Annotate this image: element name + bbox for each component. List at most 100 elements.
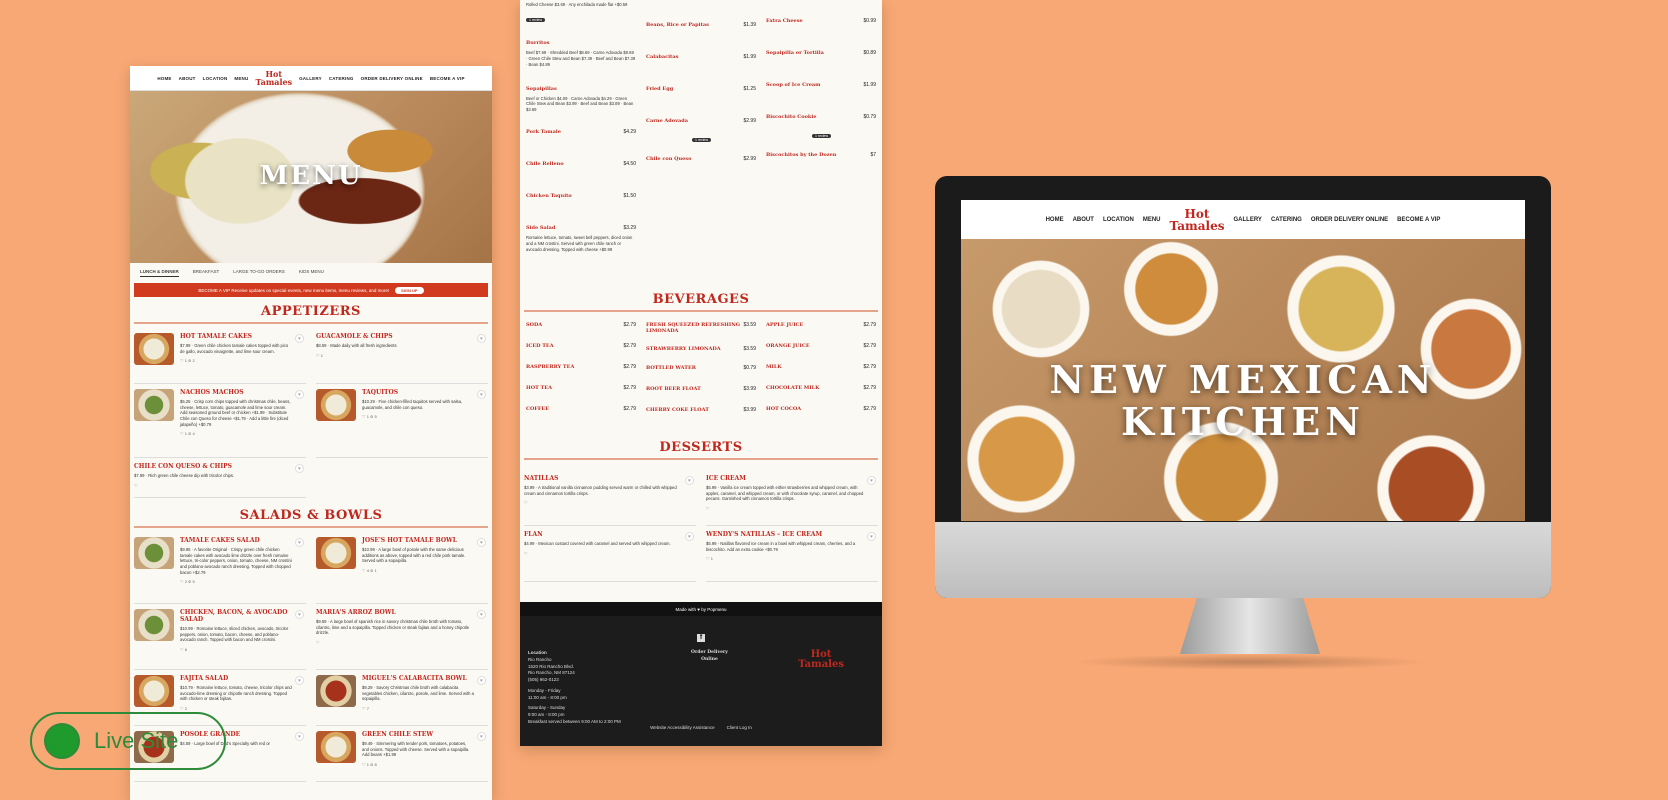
nav-location[interactable]: LOCATION xyxy=(203,76,228,81)
item-desc: $10.99 · Romaine lettuce, sliced chicken… xyxy=(180,626,289,643)
menu-item[interactable]: Beans, Rice or Papitas $1.39 xyxy=(646,18,756,32)
heart-icon[interactable]: ♥ xyxy=(295,464,304,473)
menu-item[interactable]: CHERRY COKE FLOAT $3.99 xyxy=(646,403,756,417)
accessibility-link[interactable]: Website Accessibility Assistance xyxy=(650,725,714,732)
popmenu-credit[interactable]: Made with ♥ by Popmenu xyxy=(520,602,882,616)
nav-gallery[interactable]: GALLERY xyxy=(1233,217,1261,223)
menu-item[interactable]: Carne Adovada $2.99 xyxy=(646,114,756,128)
nav-location[interactable]: LOCATION xyxy=(1103,217,1134,223)
heart-icon[interactable]: ♥ xyxy=(295,676,304,685)
facebook-icon[interactable]: f xyxy=(528,626,874,644)
heart-icon[interactable]: ♥ xyxy=(295,334,304,343)
menu-item[interactable]: TAMALE CAKES SALAD $9.95 · A favorite Or… xyxy=(134,532,306,604)
menu-page-continued-screenshot: Rolled Cheese $3.69 · Any enchilada made… xyxy=(520,0,882,746)
menu-item[interactable]: RASPBERRY TEA $2.79 xyxy=(526,360,636,374)
menu-item[interactable]: Biscochito Cookie $0.79 xyxy=(766,110,876,124)
heart-icon[interactable]: ♥ xyxy=(477,732,486,741)
heart-icon[interactable]: ♥ xyxy=(867,476,876,485)
menu-item[interactable]: Extra Cheese $0.99 xyxy=(766,14,876,28)
menu-item[interactable]: Pork Tamale $4.29 xyxy=(526,125,636,139)
item-name: NATILLAS xyxy=(524,475,559,482)
menu-item[interactable]: FLAN $4.99 · Mexican custard covered wit… xyxy=(524,526,696,582)
nav-catering[interactable]: CATERING xyxy=(1271,217,1302,223)
menu-item[interactable]: Burritos xyxy=(526,36,636,50)
menu-item[interactable]: Sopaipilla or Tortilla $0.89 xyxy=(766,46,876,60)
menu-item[interactable]: CHILE CON QUESO & CHIPS $7.99 · Rich gre… xyxy=(134,458,306,498)
heart-icon[interactable]: ♥ xyxy=(477,390,486,399)
heart-icon[interactable]: ♥ xyxy=(867,532,876,541)
menu-item[interactable]: ICE CREAM $5.99 · Vanilla ice cream topp… xyxy=(706,470,878,526)
menu-item[interactable]: JOSE'S HOT TAMALE BOWL $10.99 · A large … xyxy=(316,532,488,604)
heart-icon[interactable]: ♥ xyxy=(477,538,486,547)
footer-phone[interactable]: (505) 962-0123 xyxy=(528,677,621,684)
menu-item[interactable]: WENDY'S NATILLAS – ICE CREAM $5.99 · Nat… xyxy=(706,526,878,582)
menu-item[interactable]: MIGUEL'S CALABACITA BOWL $9.29 · Savory … xyxy=(316,670,488,726)
menu-item[interactable]: HOT COCOA $2.79 xyxy=(766,402,876,416)
live-site-button[interactable]: Live Site xyxy=(30,712,226,770)
heart-icon[interactable]: ♥ xyxy=(295,538,304,547)
menu-item[interactable]: GREEN CHILE STEW $9.49 · Simmering with … xyxy=(316,726,488,782)
tab-kids-menu[interactable]: KIDS MENU xyxy=(299,269,324,277)
tab-lunch-dinner[interactable]: LUNCH & DINNER xyxy=(140,269,179,277)
menu-item[interactable]: ORANGE JUICE $2.79 xyxy=(766,339,876,353)
tab-breakfast[interactable]: BREAKFAST xyxy=(193,269,220,277)
menu-item[interactable]: FRESH SQUEEZED REFRESHING LIMONADA $3.59 xyxy=(646,318,756,338)
menu-item[interactable]: HOT TEA $2.79 xyxy=(526,381,636,395)
menu-item[interactable]: Chile Relleno $4.50 xyxy=(526,157,636,171)
nav-home[interactable]: HOME xyxy=(1046,217,1064,223)
nav-order[interactable]: ORDER DELIVERY ONLINE xyxy=(1311,217,1388,223)
heart-icon[interactable]: ♥ xyxy=(477,610,486,619)
nav-vip[interactable]: BECOME A VIP xyxy=(1397,217,1440,223)
menu-item[interactable]: MARIA'S ARROZ BOWL $9.59 · A large bowl … xyxy=(316,604,488,670)
heart-icon[interactable]: ♥ xyxy=(685,476,694,485)
heart-icon[interactable]: ♥ xyxy=(477,334,486,343)
menu-item[interactable]: Chile con Queso $2.99 xyxy=(646,152,756,166)
client-login-link[interactable]: Client Log In xyxy=(727,725,752,732)
tab-large-orders[interactable]: LARGE TO-GO ORDERS xyxy=(233,269,285,277)
nav-vip[interactable]: BECOME A VIP xyxy=(430,76,465,81)
menu-item[interactable]: Sopaipillas xyxy=(526,82,636,96)
menu-item[interactable]: STRAWBERRY LIMONADA $3.59 xyxy=(646,342,756,356)
menu-item[interactable]: ROOT BEER FLOAT $3.99 xyxy=(646,382,756,396)
nav-about[interactable]: ABOUT xyxy=(1073,217,1094,223)
menu-item[interactable]: Biscochitos by the Dozen $7 xyxy=(766,148,876,162)
menu-item[interactable]: Side Salad $3.29 xyxy=(526,221,636,235)
menu-item[interactable]: COFFEE $2.79 xyxy=(526,402,636,416)
beverages-col-1: SODA $2.79 ICED TEA $2.79 RASPBERRY TEA $2.… xyxy=(526,318,636,417)
heart-icon[interactable]: ♥ xyxy=(685,532,694,541)
menu-item[interactable]: CHICKEN, BACON, & AVOCADO SALAD $10.99 ·… xyxy=(134,604,306,670)
nav-menu[interactable]: MENU xyxy=(1143,217,1161,223)
nav-menu[interactable]: MENU xyxy=(234,76,248,81)
menu-item[interactable]: Calabacitas $1.99 xyxy=(646,50,756,64)
menu-item[interactable]: NACHOS MACHOS $5.25 · Crisp corn chips t… xyxy=(134,384,306,458)
logo[interactable]: Hot Tamales xyxy=(255,70,292,86)
nav-order[interactable]: ORDER DELIVERY ONLINE xyxy=(361,76,423,81)
nav-about[interactable]: ABOUT xyxy=(179,76,196,81)
menu-item[interactable]: ICED TEA $2.79 xyxy=(526,339,636,353)
desserts-grid: NATILLAS $3.99 · A traditional vanilla c… xyxy=(520,466,882,582)
menu-item[interactable]: SODA $2.79 xyxy=(526,318,636,332)
heart-icon[interactable]: ♥ xyxy=(295,610,304,619)
sign-up-button[interactable]: SIGN UP xyxy=(395,286,424,294)
menu-item[interactable]: BOTTLED WATER $0.79 xyxy=(646,361,756,375)
heart-icon[interactable]: ♥ xyxy=(295,390,304,399)
menu-item[interactable]: TAQUITOS $10.29 · Five chicken-filled ta… xyxy=(316,384,488,458)
item-name: NACHOS MACHOS xyxy=(180,389,244,396)
menu-item[interactable]: HOT TAMALE CAKES $7.99 · Green chile chi… xyxy=(134,328,306,384)
logo[interactable]: Hot Tamales xyxy=(1170,208,1225,232)
nav-gallery[interactable]: GALLERY xyxy=(299,76,322,81)
menu-item[interactable]: MILK $2.79 xyxy=(766,360,876,374)
menu-item[interactable]: CHOCOLATE MILK $2.79 xyxy=(766,381,876,395)
heart-icon[interactable]: ♥ xyxy=(477,676,486,685)
menu-item[interactable]: GUACAMOLE & CHIPS $8.59 · Made daily wit… xyxy=(316,328,488,384)
nav-home[interactable]: HOME xyxy=(157,76,171,81)
footer-order-online[interactable]: Order Delivery Online xyxy=(689,650,729,726)
item-name: ROOT BEER FLOAT xyxy=(646,386,701,392)
menu-item[interactable]: APPLE JUICE $2.79 xyxy=(766,318,876,332)
nav-catering[interactable]: CATERING xyxy=(329,76,354,81)
menu-item[interactable]: Fried Egg $1.25 xyxy=(646,82,756,96)
menu-item[interactable]: Scoop of Ice Cream $1.99 xyxy=(766,78,876,92)
menu-item[interactable]: NATILLAS $3.99 · A traditional vanilla c… xyxy=(524,470,696,526)
menu-item[interactable]: Chicken Taquito $1.50 xyxy=(526,189,636,203)
heart-icon[interactable]: ♥ xyxy=(295,732,304,741)
